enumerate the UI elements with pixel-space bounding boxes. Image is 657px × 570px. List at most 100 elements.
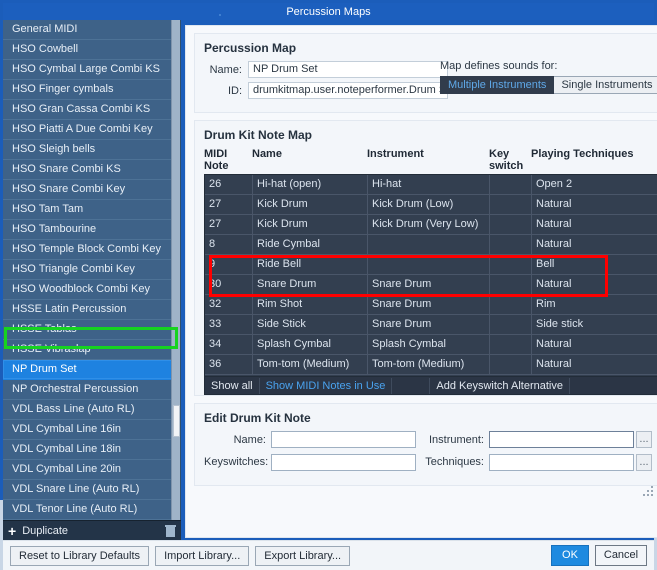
keyswitch-cell[interactable]: [490, 175, 532, 194]
instrument-cell[interactable]: Kick Drum (Low): [368, 195, 490, 214]
instrument-cell[interactable]: Tom-tom (Medium): [368, 355, 490, 374]
name-cell[interactable]: Tom-tom (Medium): [253, 355, 368, 374]
sidebar-item-selected[interactable]: NP Drum Set: [3, 360, 180, 380]
technique-cell[interactable]: Natural: [532, 195, 657, 214]
sidebar-item[interactable]: HSSE Latin Percussion: [3, 300, 180, 320]
name-cell[interactable]: Kick Drum: [253, 195, 368, 214]
techniques-browse-button[interactable]: ...: [636, 453, 652, 471]
keyswitch-cell[interactable]: [490, 215, 532, 234]
edit-techniques-input[interactable]: [489, 453, 634, 471]
table-row[interactable]: 26 Hi-hat (open) Hi-hat Open 2: [205, 175, 657, 195]
technique-cell[interactable]: Rim: [532, 295, 657, 314]
edit-name-input[interactable]: [271, 431, 416, 448]
sidebar-scrollbar[interactable]: [171, 20, 180, 520]
cancel-button[interactable]: Cancel: [595, 545, 647, 566]
sidebar-item[interactable]: VDL Cymbal Line 18in: [3, 440, 180, 460]
show-midi-notes-in-use-button[interactable]: Show MIDI Notes in Use: [260, 377, 393, 394]
name-input[interactable]: NP Drum Set: [248, 61, 448, 78]
percussion-map-list[interactable]: General MIDI HSO Cowbell HSO Cymbal Large …: [3, 20, 181, 520]
sidebar-item[interactable]: HSSE Tablas: [3, 320, 180, 340]
name-cell[interactable]: Splash Cymbal: [253, 335, 368, 354]
sidebar-item[interactable]: HSO Cowbell: [3, 40, 180, 60]
keyswitch-cell[interactable]: [490, 275, 532, 294]
column-header-midi-note[interactable]: MIDI Note: [204, 148, 252, 172]
sidebar-item[interactable]: HSO Snare Combi KS: [3, 160, 180, 180]
reset-to-library-defaults-button[interactable]: Reset to Library Defaults: [10, 545, 150, 566]
instrument-cell[interactable]: Hi-hat: [368, 175, 490, 194]
note-cell[interactable]: 27: [205, 215, 253, 234]
sidebar-item[interactable]: VDL Bass Line (Auto RL): [3, 400, 180, 420]
resize-grip[interactable]: [643, 486, 653, 496]
technique-cell[interactable]: Natural: [532, 355, 657, 374]
add-keyswitch-alternative-button[interactable]: Add Keyswitch Alternative: [430, 377, 570, 394]
keyswitch-cell[interactable]: [490, 195, 532, 214]
technique-cell[interactable]: Side stick: [532, 315, 657, 334]
sidebar-item[interactable]: HSO Sleigh bells: [3, 140, 180, 160]
table-row[interactable]: 32 Rim Shot Snare Drum Rim: [205, 295, 657, 315]
sidebar-item[interactable]: VDL Snare Line (Auto RL): [3, 480, 180, 500]
edit-instrument-input[interactable]: [489, 431, 634, 448]
keyswitch-cell[interactable]: [490, 355, 532, 374]
table-row[interactable]: 27 Kick Drum Kick Drum (Low) Natural: [205, 195, 657, 215]
edit-keyswitches-input[interactable]: [271, 453, 416, 471]
name-cell[interactable]: Ride Bell: [253, 255, 368, 274]
table-row[interactable]: 27 Kick Drum Kick Drum (Very Low) Natural: [205, 215, 657, 235]
table-row[interactable]: 36 Tom-tom (Medium) Tom-tom (Medium) Natura…: [205, 355, 657, 375]
instrument-cell[interactable]: Snare Drum: [368, 275, 490, 294]
technique-cell[interactable]: Open 2: [532, 175, 657, 194]
note-cell[interactable]: 34: [205, 335, 253, 354]
sidebar-item[interactable]: HSO Tam Tam: [3, 200, 180, 220]
sidebar-scrollbar-thumb[interactable]: [173, 405, 180, 437]
sidebar-item[interactable]: VDL Cymbal Line 20in: [3, 460, 180, 480]
table-row[interactable]: 33 Side Stick Snare Drum Side stick: [205, 315, 657, 335]
note-map-table[interactable]: 26 Hi-hat (open) Hi-hat Open 2 27 Kick Drum Ki…: [204, 174, 657, 377]
instrument-cell[interactable]: [368, 235, 490, 254]
note-cell[interactable]: 30: [205, 275, 253, 294]
note-cell[interactable]: 27: [205, 195, 253, 214]
note-cell[interactable]: 26: [205, 175, 253, 194]
keyswitch-cell[interactable]: [490, 295, 532, 314]
name-cell[interactable]: Rim Shot: [253, 295, 368, 314]
sidebar-item[interactable]: HSO Finger cymbals: [3, 80, 180, 100]
column-header-techniques[interactable]: Playing Techniques: [531, 148, 657, 172]
plus-icon[interactable]: +: [8, 524, 16, 538]
name-cell[interactable]: Hi-hat (open): [253, 175, 368, 194]
sidebar-item[interactable]: VDL Cymbal Line 16in: [3, 420, 180, 440]
name-cell[interactable]: Snare Drum: [253, 275, 368, 294]
technique-cell[interactable]: Natural: [532, 215, 657, 234]
ok-button[interactable]: OK: [551, 545, 589, 566]
instrument-cell[interactable]: Snare Drum: [368, 295, 490, 314]
segment-multiple-instruments[interactable]: Multiple Instruments: [440, 76, 555, 94]
note-cell[interactable]: 33: [205, 315, 253, 334]
show-all-button[interactable]: Show all: [205, 377, 260, 394]
instrument-browse-button[interactable]: ...: [636, 431, 652, 448]
export-library-button[interactable]: Export Library...: [255, 545, 351, 566]
duplicate-button[interactable]: Duplicate: [22, 525, 165, 537]
trash-icon[interactable]: [165, 524, 176, 537]
sidebar-item[interactable]: HSO Tambourine: [3, 220, 180, 240]
keyswitch-cell[interactable]: [490, 235, 532, 254]
column-header-name[interactable]: Name: [252, 148, 367, 172]
sidebar-item[interactable]: HSO Snare Combi Key: [3, 180, 180, 200]
table-row[interactable]: 34 Splash Cymbal Splash Cymbal Natural: [205, 335, 657, 355]
sidebar-item[interactable]: NP Orchestral Percussion: [3, 380, 180, 400]
instrument-cell[interactable]: [368, 255, 490, 274]
sidebar-item[interactable]: HSO Woodblock Combi Key: [3, 280, 180, 300]
keyswitch-cell[interactable]: [490, 255, 532, 274]
name-cell[interactable]: Kick Drum: [253, 215, 368, 234]
note-cell[interactable]: 8: [205, 235, 253, 254]
sidebar-item[interactable]: General MIDI: [3, 20, 180, 40]
keyswitch-cell[interactable]: [490, 335, 532, 354]
table-row[interactable]: 8 Ride Cymbal Natural: [205, 235, 657, 255]
technique-cell[interactable]: Natural: [532, 275, 657, 294]
column-header-keyswitch[interactable]: Key switch: [489, 148, 531, 172]
sidebar-item[interactable]: VDL Tenor Line (Auto RL): [3, 500, 180, 520]
note-cell[interactable]: 32: [205, 295, 253, 314]
import-library-button[interactable]: Import Library...: [155, 545, 250, 566]
instrument-cell[interactable]: Snare Drum: [368, 315, 490, 334]
note-cell[interactable]: 36: [205, 355, 253, 374]
keyswitch-cell[interactable]: [490, 315, 532, 334]
name-cell[interactable]: Side Stick: [253, 315, 368, 334]
table-row[interactable]: 9 Ride Bell Bell: [205, 255, 657, 275]
column-header-instrument[interactable]: Instrument: [367, 148, 489, 172]
